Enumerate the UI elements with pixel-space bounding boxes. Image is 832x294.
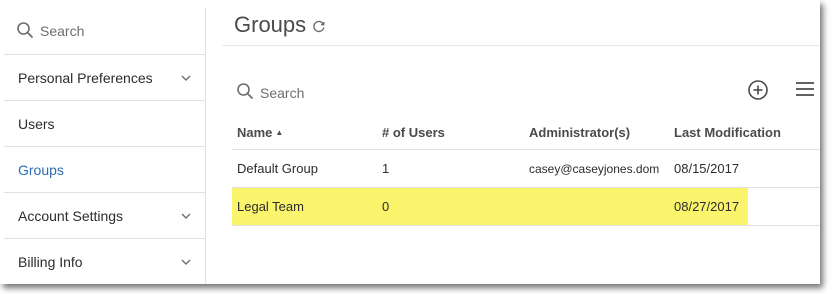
groups-table: Name ▲ # of Users Administrator(s) Last … [232, 115, 820, 226]
sidebar-item-label: Users [18, 115, 55, 132]
refresh-icon[interactable] [312, 13, 326, 39]
title-divider [222, 45, 820, 46]
sidebar-item-account-settings[interactable]: Account Settings [4, 193, 205, 239]
sidebar: Search Personal Preferences Users Groups… [4, 8, 206, 284]
sort-ascending-icon: ▲ [275, 127, 284, 137]
chevron-down-icon [181, 211, 191, 221]
sidebar-search[interactable]: Search [4, 8, 205, 55]
table-row[interactable]: Legal Team 0 08/27/2017 [232, 188, 820, 226]
app-window: Search Personal Preferences Users Groups… [0, 0, 820, 284]
cell-administrator: casey@caseyjones.dom [529, 161, 660, 176]
row-highlight [232, 188, 748, 225]
page-title: Groups [234, 11, 307, 37]
cell-user-count: 0 [382, 199, 390, 214]
table-row[interactable]: Default Group 1 casey@caseyjones.dom 08/… [232, 150, 820, 188]
sidebar-search-placeholder: Search [40, 23, 85, 39]
groups-search[interactable]: Search [236, 82, 304, 103]
cell-group-name: Legal Team [237, 199, 304, 214]
table-header: Name ▲ # of Users Administrator(s) Last … [232, 115, 820, 150]
add-circle-icon[interactable] [747, 79, 769, 106]
column-header-administrators[interactable]: Administrator(s) [529, 115, 630, 149]
sidebar-item-personal-preferences[interactable]: Personal Preferences [4, 55, 205, 101]
search-icon [236, 82, 254, 103]
chevron-down-icon [181, 73, 191, 83]
cell-last-modification: 08/27/2017 [674, 199, 740, 214]
column-header-name[interactable]: Name ▲ [237, 115, 283, 149]
page-title-container: Groups [234, 10, 326, 39]
sidebar-item-label: Personal Preferences [18, 69, 153, 86]
main-content: Groups Search Name ▲ # of Users Administ… [206, 0, 820, 284]
hamburger-menu-icon[interactable] [795, 81, 815, 102]
cell-group-name: Default Group [237, 161, 318, 176]
cell-user-count: 1 [382, 161, 390, 176]
chevron-down-icon [181, 257, 191, 267]
column-header-users[interactable]: # of Users [382, 115, 445, 149]
sidebar-item-billing-info[interactable]: Billing Info [4, 239, 205, 284]
groups-search-placeholder: Search [260, 84, 305, 101]
cell-last-modification: 08/15/2017 [674, 161, 740, 176]
sidebar-item-users[interactable]: Users [4, 101, 205, 147]
sidebar-item-label: Account Settings [18, 207, 124, 224]
sidebar-item-label: Billing Info [18, 253, 83, 270]
sidebar-item-label: Groups [18, 161, 64, 178]
column-header-last-modification[interactable]: Last Modification [674, 115, 781, 149]
sidebar-item-groups[interactable]: Groups [4, 147, 205, 193]
search-icon [16, 21, 34, 42]
